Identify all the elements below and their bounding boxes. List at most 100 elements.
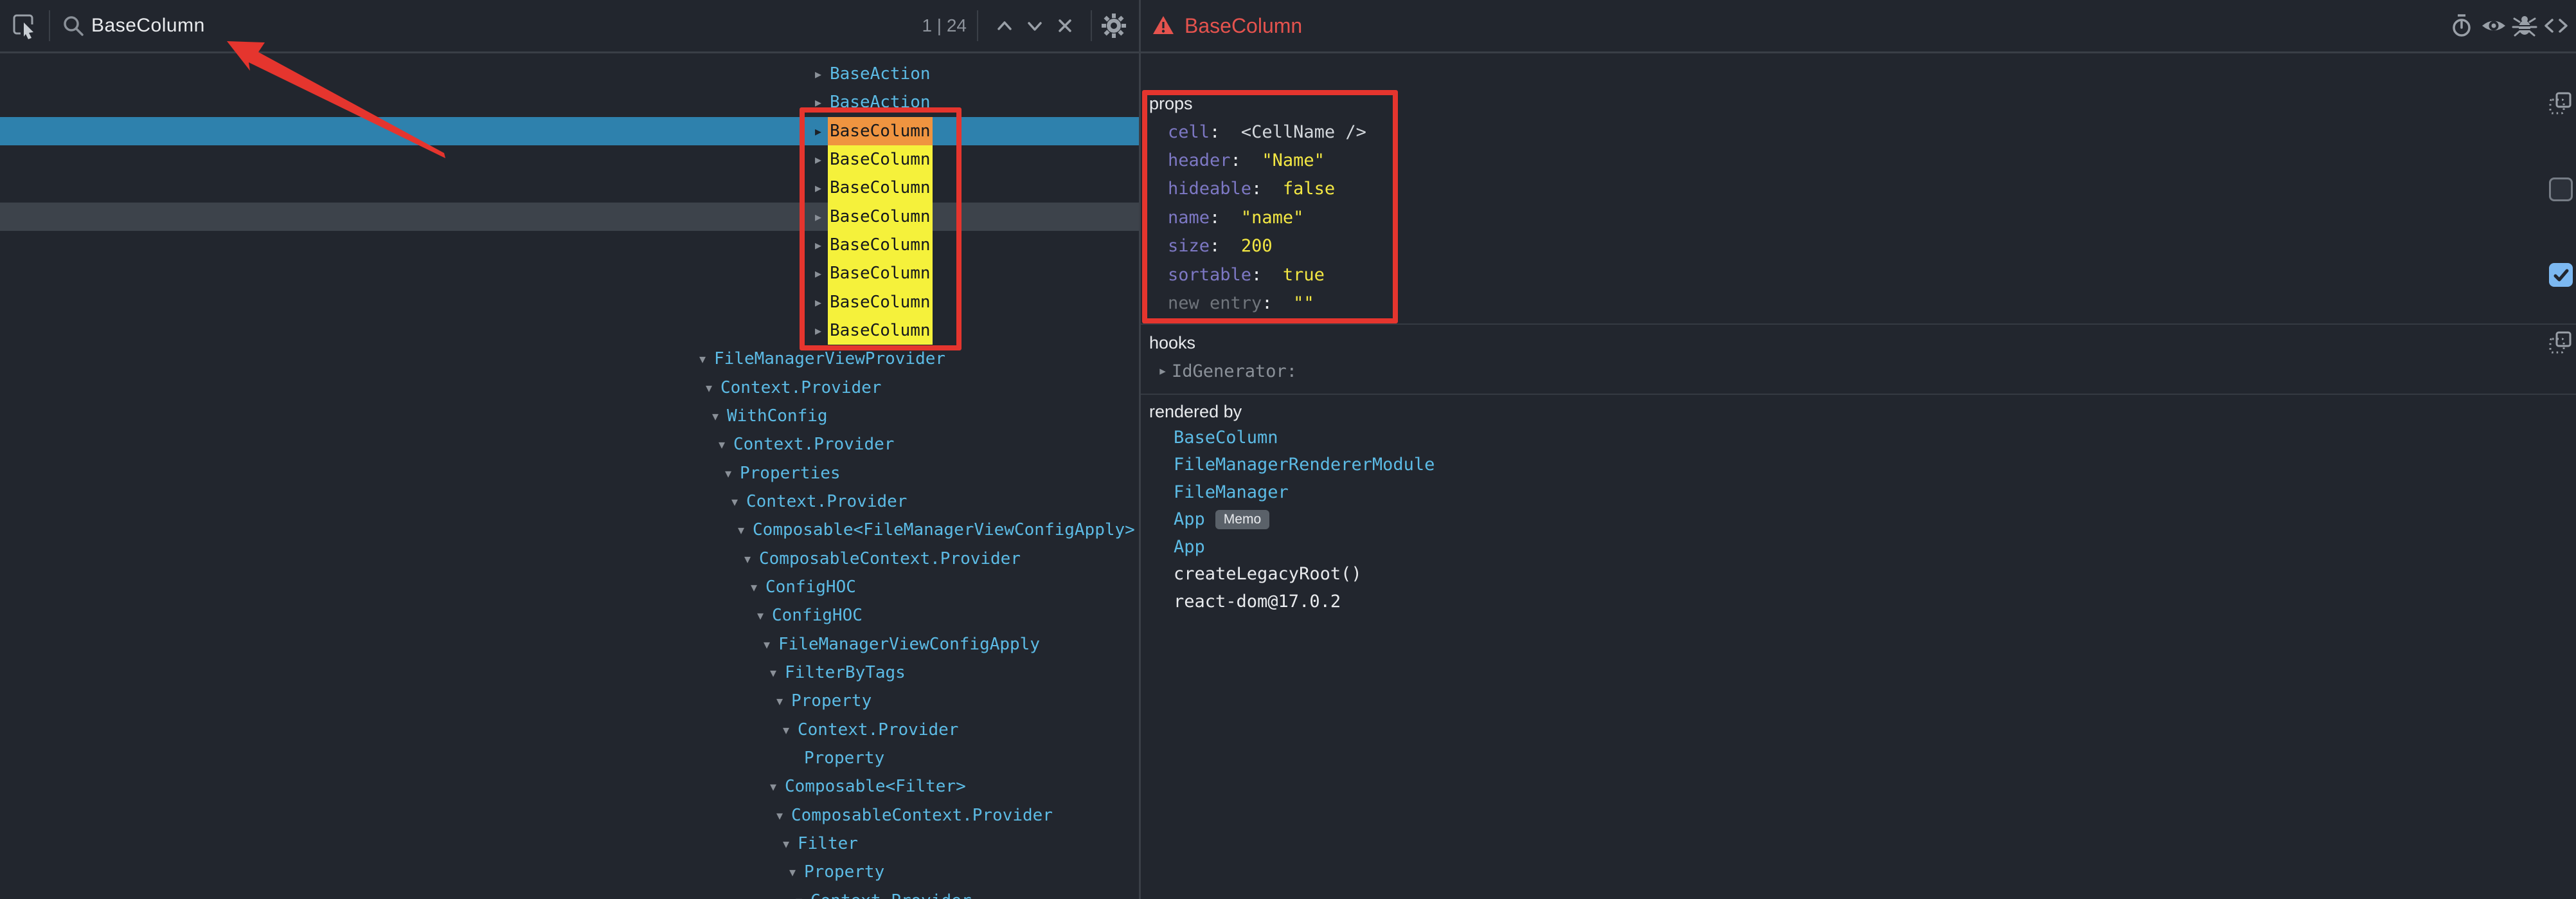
tree-row[interactable]: ▾Filter [0, 830, 1139, 858]
expander-icon[interactable]: ▸ [809, 288, 828, 316]
tree-row[interactable]: ▾Composable<Filter> [0, 772, 1139, 801]
prop-row[interactable]: header: "Name" [1141, 146, 2576, 174]
expander-icon[interactable]: ▾ [757, 630, 776, 658]
tree-row[interactable]: ▾ConfigHOC [0, 573, 1139, 601]
search-input[interactable]: BaseColumn [91, 0, 205, 51]
expander-icon[interactable]: ▾ [789, 887, 809, 899]
tree-row[interactable]: ▾WithConfig [0, 402, 1139, 430]
prop-checkbox-hideable[interactable] [2549, 177, 2573, 201]
tree-row[interactable]: ▸BaseColumn [0, 316, 1139, 345]
rendered-by-row: BaseColumn [1141, 424, 2576, 451]
next-match-button[interactable] [1021, 12, 1049, 40]
inspect-element-button[interactable] [10, 12, 39, 40]
tree-row[interactable]: ▾ComposableContext.Provider [0, 545, 1139, 573]
tree-row[interactable]: ▸BaseAction [0, 88, 1139, 116]
tree-row[interactable]: ▾ConfigHOC [0, 601, 1139, 630]
expander-icon[interactable]: ▸ [809, 117, 828, 145]
copy-hooks-button[interactable] [2548, 330, 2573, 356]
expander-icon[interactable]: ▾ [731, 516, 751, 544]
expander-icon[interactable]: ▾ [770, 801, 789, 830]
tree-row[interactable]: ▸BaseColumn [0, 259, 1139, 287]
prop-value[interactable]: "Name" [1262, 150, 1325, 170]
tree-row[interactable]: ▾FileManagerViewProvider [0, 345, 1139, 373]
prop-value[interactable]: "name" [1241, 208, 1304, 228]
log-to-console-button[interactable] [2510, 12, 2539, 40]
expander-icon[interactable]: ▸ [809, 259, 828, 287]
prop-row[interactable]: new entry: "" [1141, 289, 2576, 317]
expander-icon[interactable]: ▾ [783, 858, 802, 886]
tree-row[interactable]: ▸BaseColumn [0, 117, 1139, 145]
expander-icon[interactable]: ▾ [706, 402, 725, 430]
tree-row[interactable]: ▾ComposableContext.Provider [0, 801, 1139, 830]
expander-icon[interactable]: ▾ [738, 545, 757, 573]
expander-icon[interactable]: ▸ [809, 231, 828, 259]
expander-icon[interactable]: ▾ [699, 374, 719, 402]
prop-row[interactable]: hideable: false [1141, 175, 2576, 203]
owner-link[interactable]: App [1174, 537, 1205, 557]
tree-row[interactable]: ▾Property [0, 687, 1139, 715]
prop-row[interactable]: cell: <CellName /> [1141, 118, 2576, 146]
view-source-button[interactable] [2542, 12, 2570, 40]
expander-icon[interactable]: ▾ [764, 658, 783, 687]
gear-icon [1100, 12, 1128, 40]
expander-icon[interactable]: ▾ [776, 716, 796, 744]
expander-icon[interactable]: ▸ [809, 316, 828, 345]
copy-props-button[interactable] [2548, 91, 2573, 116]
tree-row[interactable]: ▾FileManagerViewConfigApply [0, 630, 1139, 658]
expander-icon[interactable]: ▸ [809, 174, 828, 202]
tree-row[interactable]: ▸BaseColumn [0, 145, 1139, 174]
prop-value[interactable]: <CellName /> [1241, 122, 1366, 142]
tree-row[interactable]: ▾Context.Provider [0, 716, 1139, 744]
component-name: Context.Provider [744, 487, 909, 516]
hook-item[interactable]: ▸ IdGenerator: [1154, 357, 1297, 385]
prop-value[interactable]: false [1283, 179, 1335, 199]
prop-value[interactable]: true [1283, 265, 1325, 285]
tree-row[interactable]: ▾Context.Provider [0, 487, 1139, 516]
expander-icon[interactable]: ▸ [809, 203, 828, 231]
tree-row[interactable]: ▾Composable<FileManagerViewConfigApply> [0, 516, 1139, 544]
tree-row[interactable]: ▸BaseColumn [0, 174, 1139, 202]
tree-row[interactable]: Property [0, 744, 1139, 772]
panel-divider[interactable] [1139, 0, 1141, 899]
expander-icon[interactable]: ▾ [776, 830, 796, 858]
expander-icon[interactable]: ▾ [712, 430, 731, 459]
tree-row[interactable]: ▾Property [0, 858, 1139, 886]
prop-value[interactable]: 200 [1241, 236, 1273, 256]
copy-icon [2548, 330, 2573, 356]
prop-row[interactable]: name: "name" [1141, 203, 2576, 232]
expander-icon[interactable]: ▾ [719, 459, 738, 487]
suspense-toggle-button[interactable] [2447, 12, 2476, 40]
expander-icon[interactable]: ▸ [809, 145, 828, 174]
tree-row[interactable]: ▸BaseColumn [0, 288, 1139, 316]
expander-icon[interactable]: ▾ [751, 601, 770, 630]
expander-icon[interactable]: ▾ [725, 487, 744, 516]
tree-row[interactable]: ▸BaseColumn [0, 231, 1139, 259]
tree-row[interactable]: ▸BaseAction [0, 60, 1139, 88]
prop-value[interactable]: "" [1293, 293, 1314, 313]
previous-match-button[interactable] [990, 12, 1019, 40]
expander-icon[interactable]: ▾ [744, 573, 764, 601]
tree-row[interactable]: ▾FilterByTags [0, 658, 1139, 687]
expander-icon[interactable]: ▾ [693, 345, 712, 373]
prop-row[interactable]: size: 200 [1141, 232, 2576, 260]
expander-icon[interactable]: ▾ [764, 772, 783, 801]
tree-row[interactable]: ▸BaseColumn [0, 203, 1139, 231]
owner-link[interactable]: FileManagerRendererModule [1174, 455, 1435, 475]
expander-icon[interactable]: ▸ [809, 60, 828, 88]
tree-row[interactable]: ▾Context.Provider [0, 374, 1139, 402]
settings-button[interactable] [1100, 12, 1128, 40]
tree-row[interactable]: ▾Context.Provider [0, 887, 1139, 899]
owner-link[interactable]: FileManager [1174, 482, 1289, 502]
clear-search-button[interactable] [1051, 12, 1079, 40]
owner-link[interactable]: BaseColumn [1174, 428, 1278, 448]
prop-checkbox-sortable[interactable] [2549, 263, 2573, 287]
rendered-by-list: BaseColumn FileManagerRendererModule FileM… [1141, 424, 2576, 615]
expander-icon[interactable]: ▾ [770, 687, 789, 715]
tree-row[interactable]: ▾Context.Provider [0, 430, 1139, 459]
prop-row[interactable]: sortable: true [1141, 260, 2576, 289]
expander-icon[interactable]: ▸ [1154, 364, 1172, 378]
inspect-dom-button[interactable] [2480, 12, 2508, 40]
expander-icon[interactable]: ▸ [809, 88, 828, 116]
owner-link[interactable]: App [1174, 509, 1205, 529]
tree-row[interactable]: ▾Properties [0, 459, 1139, 487]
